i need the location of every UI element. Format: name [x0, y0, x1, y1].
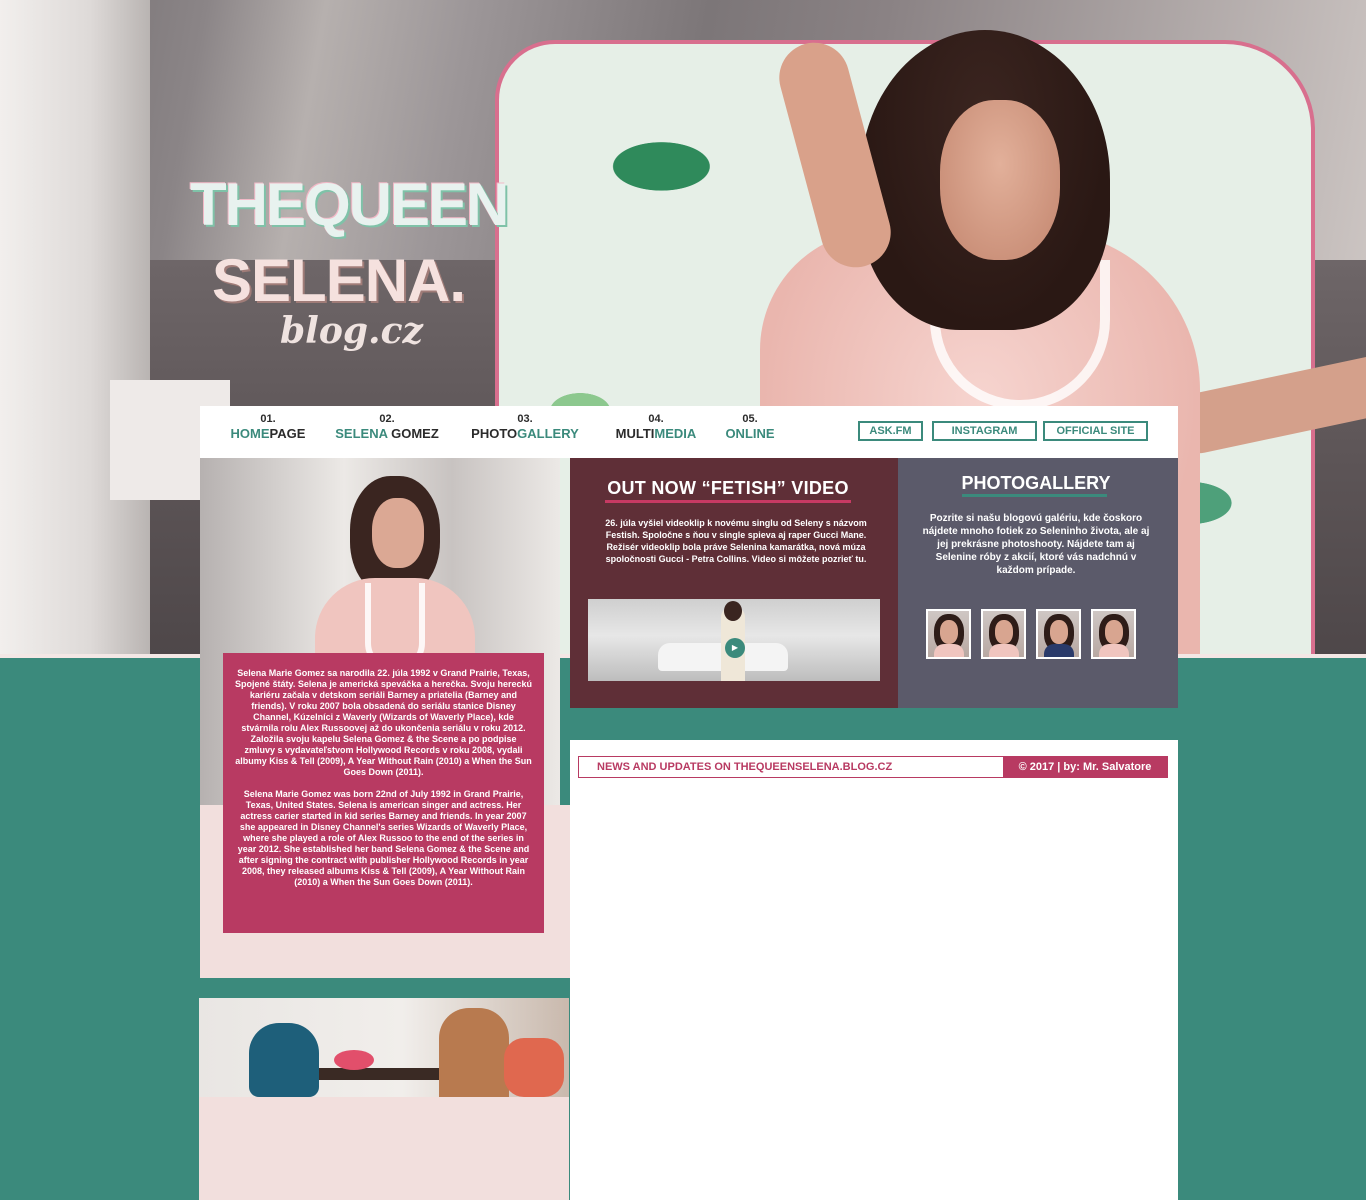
interior-chair: [249, 1023, 319, 1097]
footer-tagline: NEWS AND UPDATES ON THEQUEENSELENA.BLOG.…: [597, 761, 893, 773]
logo-line-2: SELENA.: [212, 247, 466, 314]
biography-english: Selena Marie Gomez was born 22nd of July…: [237, 789, 530, 887]
nav-label: PHOTOGALLERY: [470, 426, 580, 442]
biography-slovak: Selena Marie Gomez sa narodila 22. júla …: [235, 668, 532, 777]
nav-label-main: PAGE: [269, 426, 306, 441]
video-thumbnail[interactable]: ▶: [588, 599, 880, 681]
logo-subtitle: blog.cz: [280, 310, 423, 352]
gallery-thumbnail[interactable]: [1036, 609, 1081, 659]
gallery-box: PHOTOGALLERY Pozrite si našu blogovú gal…: [898, 458, 1178, 708]
askfm-link-button[interactable]: ASK.FM: [858, 421, 923, 441]
nav-label: HOMEPAGE: [230, 426, 306, 442]
official-site-link-button[interactable]: OFFICIAL SITE: [1043, 421, 1148, 441]
news-title-underline: [605, 500, 851, 503]
gallery-title-underline: [962, 494, 1107, 497]
gallery-title: PHOTOGALLERY: [961, 473, 1111, 493]
nav-item-multimedia[interactable]: 04. MULTIMEDIA: [613, 412, 699, 442]
interior-chair-orange: [504, 1038, 564, 1097]
nav-label-highlight: GALLERY: [517, 426, 579, 441]
nav-label: MULTIMEDIA: [613, 426, 699, 442]
main-content-area: [570, 740, 1178, 1200]
sidebar-photo-interior: [199, 998, 569, 1097]
footer-credits: © 2017 | by: Mr. Salvatore: [1003, 757, 1167, 777]
nav-label: SELENA GOMEZ: [334, 426, 440, 442]
gallery-thumbnail[interactable]: [926, 609, 971, 659]
nav-number: 04.: [648, 413, 664, 425]
nav-number: 03.: [517, 413, 533, 425]
nav-label-highlight: HOME: [230, 426, 270, 441]
nav-label-main: MULTI: [615, 426, 655, 441]
hero-face: [940, 100, 1060, 260]
thumb-body: [989, 644, 1019, 657]
nav-number: 01.: [260, 413, 276, 425]
thumb-body: [934, 644, 964, 657]
hero-pillar: [0, 0, 150, 657]
instagram-link-button[interactable]: INSTAGRAM: [932, 421, 1037, 441]
sidebar-panel-bottom: [199, 1097, 569, 1200]
thumb-body: [1099, 644, 1129, 657]
thumb-face: [1105, 620, 1123, 644]
nav-item-photogallery[interactable]: 03. PHOTOGALLERY: [470, 412, 580, 442]
thumb-body: [1044, 644, 1074, 657]
nav-label-main: GOMEZ: [387, 426, 439, 441]
sidebar-photo-face: [372, 498, 424, 568]
thumb-face: [1050, 620, 1068, 644]
nav-item-online[interactable]: 05. ONLINE: [722, 412, 778, 442]
nav-label-highlight: ONLINE: [725, 426, 775, 441]
news-text: 26. júla vyšiel videoklip k novému singl…: [605, 518, 867, 564]
nav-label: ONLINE: [722, 426, 778, 442]
site-logo[interactable]: THEQUEEN SELENA. blog.cz: [190, 170, 510, 360]
thumb-face: [940, 620, 958, 644]
interior-flowers: [334, 1050, 374, 1070]
nav-item-selena-gomez[interactable]: 02. SELENA GOMEZ: [334, 412, 440, 442]
nav-label-highlight: MEDIA: [654, 426, 697, 441]
thumb-face: [995, 620, 1013, 644]
nav-label-highlight: SELENA: [335, 426, 388, 441]
nav-label-main: PHOTO: [471, 426, 518, 441]
footer-bar: NEWS AND UPDATES ON THEQUEENSELENA.BLOG.…: [578, 756, 1168, 778]
news-title: OUT NOW “FETISH” VIDEO: [607, 478, 849, 498]
sidebar-divider: [200, 978, 531, 998]
news-box: OUT NOW “FETISH” VIDEO 26. júla vyšiel v…: [570, 458, 898, 708]
content-divider: [570, 708, 1178, 740]
main-navigation: 01. HOMEPAGE 02. SELENA GOMEZ 03. PHOTOG…: [200, 406, 1178, 458]
logo-line-1: THEQUEEN: [190, 171, 509, 238]
nav-item-homepage[interactable]: 01. HOMEPAGE: [230, 412, 306, 442]
interior-person: [439, 1008, 509, 1097]
nav-number: 02.: [379, 413, 395, 425]
nav-number: 05.: [742, 413, 758, 425]
gallery-thumbnail[interactable]: [981, 609, 1026, 659]
gallery-thumbnail[interactable]: [1091, 609, 1136, 659]
video-person-head: [724, 601, 742, 621]
play-icon[interactable]: ▶: [725, 638, 745, 658]
biography-box: Selena Marie Gomez sa narodila 22. júla …: [223, 653, 544, 933]
gallery-text: Pozrite si našu blogovú galériu, kde čos…: [922, 513, 1150, 576]
